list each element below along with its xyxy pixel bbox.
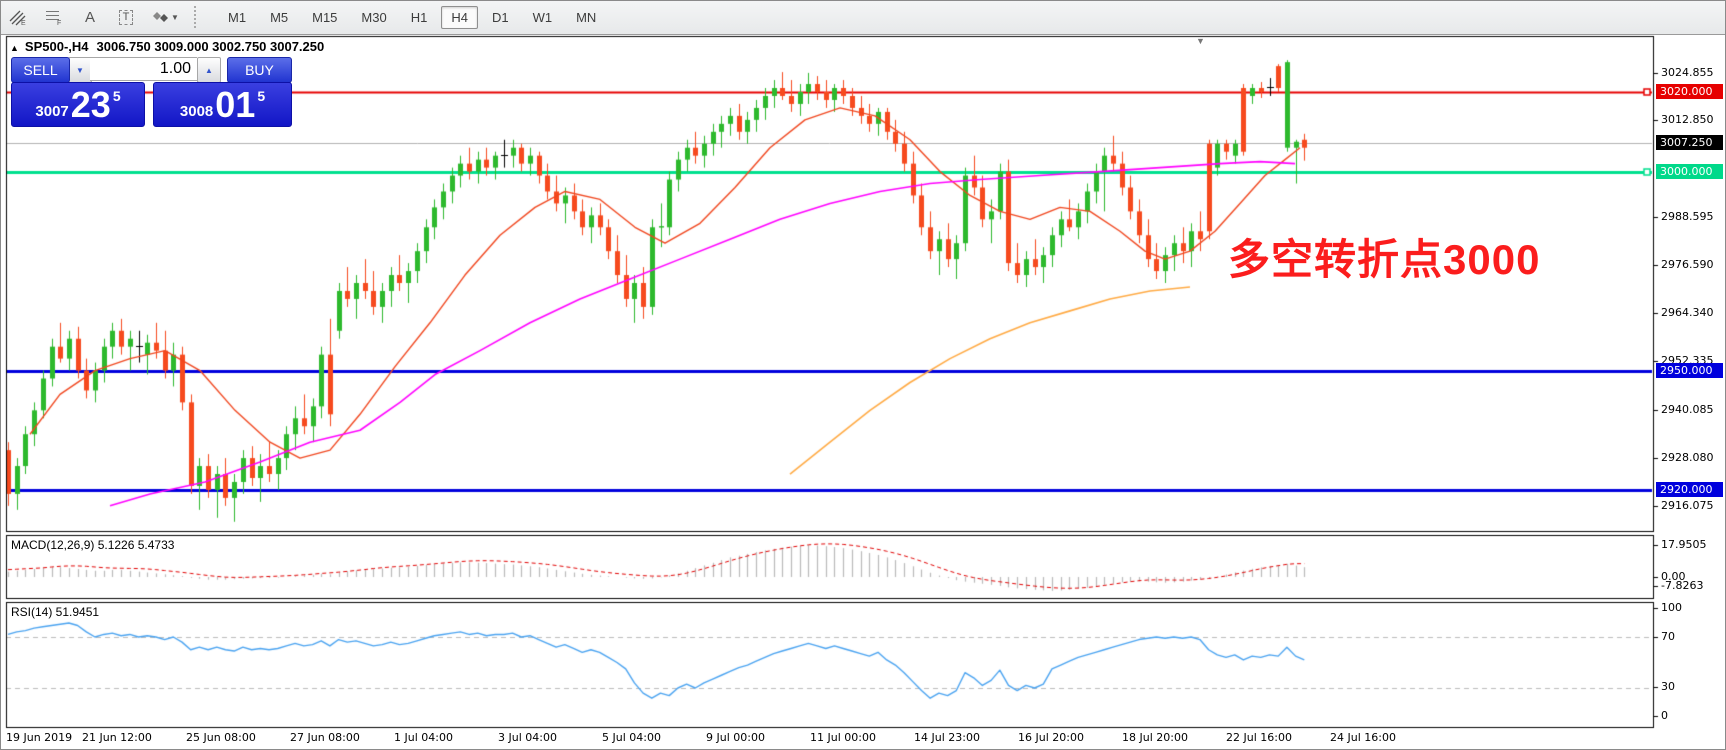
rsi-axis-label: 30: [1661, 680, 1675, 693]
price-tick-label: 2964.340: [1661, 306, 1714, 319]
time-axis-label: 21 Jun 12:00: [82, 731, 152, 744]
time-axis-label: 14 Jul 23:00: [914, 731, 980, 744]
price-tick-label: 2976.590: [1661, 258, 1714, 271]
main-toolbar: E F A T ▼ M1M5M15M30H1H4D1W1MN: [0, 0, 1726, 35]
svg-text:E: E: [21, 20, 26, 26]
trading-platform-window: E F A T ▼ M1M5M15M30H1H4D1W1MN ▲ SP500-,H…: [0, 0, 1726, 750]
collapse-arrow-icon[interactable]: ▲: [10, 43, 19, 53]
timeframe-button-d1[interactable]: D1: [482, 6, 519, 29]
time-axis-label: 9 Jul 00:00: [706, 731, 765, 744]
grid-template-icon[interactable]: F: [38, 4, 70, 30]
text-box-icon[interactable]: T: [110, 4, 142, 30]
buy-price-big: 01: [215, 86, 255, 124]
time-axis-label: 19 Jun 2019: [6, 731, 72, 744]
rsi-indicator-label: RSI(14) 51.9451: [11, 605, 99, 619]
chart-title: ▲ SP500-,H4 3006.750 3009.000 3002.750 300…: [10, 39, 324, 54]
buy-price-box[interactable]: 3008 01 5: [153, 82, 292, 127]
toolbar-separator: [194, 6, 202, 28]
macd-axis-label: -7.8263: [1661, 579, 1703, 592]
price-badge: 3000.000: [1656, 164, 1723, 179]
time-axis-label: 22 Jul 16:00: [1226, 731, 1292, 744]
price-badge: 2950.000: [1656, 363, 1723, 378]
timeframe-button-m5[interactable]: M5: [260, 6, 298, 29]
timeframe-buttons: M1M5M15M30H1H4D1W1MN: [216, 6, 608, 29]
svg-text:F: F: [57, 20, 61, 26]
rsi-axis-label: 100: [1661, 601, 1682, 614]
buy-price-stem: 3008: [180, 103, 213, 120]
price-tick-label: 2928.080: [1661, 451, 1714, 464]
price-badge: 3007.250: [1656, 135, 1723, 150]
timeframe-button-h4[interactable]: H4: [441, 6, 478, 29]
sell-price-sup: 5: [113, 88, 121, 104]
timeframe-button-w1[interactable]: W1: [523, 6, 563, 29]
timeframe-button-m15[interactable]: M15: [302, 6, 347, 29]
timeframe-button-m1[interactable]: M1: [218, 6, 256, 29]
time-axis-label: 3 Jul 04:00: [498, 731, 557, 744]
text-label-icon[interactable]: A: [74, 4, 106, 30]
chevron-down-icon: ▼: [171, 13, 179, 22]
timeframe-button-m30[interactable]: M30: [351, 6, 396, 29]
price-badge: 3020.000: [1656, 84, 1723, 99]
indicators-icon[interactable]: E: [2, 4, 34, 30]
chart-annotation-text: 多空转折点3000: [1228, 226, 1540, 287]
buy-button[interactable]: BUY: [227, 57, 292, 83]
time-axis-label: 11 Jul 00:00: [810, 731, 876, 744]
timeframe-button-mn[interactable]: MN: [566, 6, 606, 29]
sell-button[interactable]: SELL: [11, 57, 70, 83]
price-tick-label: 2940.085: [1661, 403, 1714, 416]
buy-price-sup: 5: [257, 88, 265, 104]
rsi-axis-label: 0: [1661, 709, 1668, 722]
price-tick-label: 2988.595: [1661, 210, 1714, 223]
price-tick-label: 3012.850: [1661, 113, 1714, 126]
macd-axis-label: 17.9505: [1661, 538, 1707, 551]
sell-price-stem: 3007: [35, 103, 68, 120]
price-badge: 2920.000: [1656, 482, 1723, 497]
time-axis-label: 16 Jul 20:00: [1018, 731, 1084, 744]
macd-indicator-label: MACD(12,26,9) 5.1226 5.4733: [11, 538, 174, 552]
volume-input[interactable]: [90, 57, 197, 81]
price-tick-label: 2916.075: [1661, 499, 1714, 512]
rsi-axis-label: 70: [1661, 630, 1675, 643]
ohlc-readout: 3006.750 3009.000 3002.750 3007.250: [97, 39, 325, 54]
time-axis-label: 1 Jul 04:00: [394, 731, 453, 744]
time-axis-label: 5 Jul 04:00: [602, 731, 661, 744]
symbol-period-label: SP500-,H4: [25, 39, 89, 54]
time-axis-label: 18 Jul 20:00: [1122, 731, 1188, 744]
timeframe-button-h1[interactable]: H1: [401, 6, 438, 29]
sell-price-big: 23: [71, 86, 111, 124]
time-axis-label: 27 Jun 08:00: [290, 731, 360, 744]
chart-shift-marker-icon[interactable]: ▼: [1196, 36, 1205, 46]
sell-price-box[interactable]: 3007 23 5: [11, 82, 145, 127]
time-axis-label: 25 Jun 08:00: [186, 731, 256, 744]
objects-icon[interactable]: ▼: [146, 4, 186, 30]
price-tick-label: 3024.855: [1661, 66, 1714, 79]
time-axis-label: 24 Jul 16:00: [1330, 731, 1396, 744]
